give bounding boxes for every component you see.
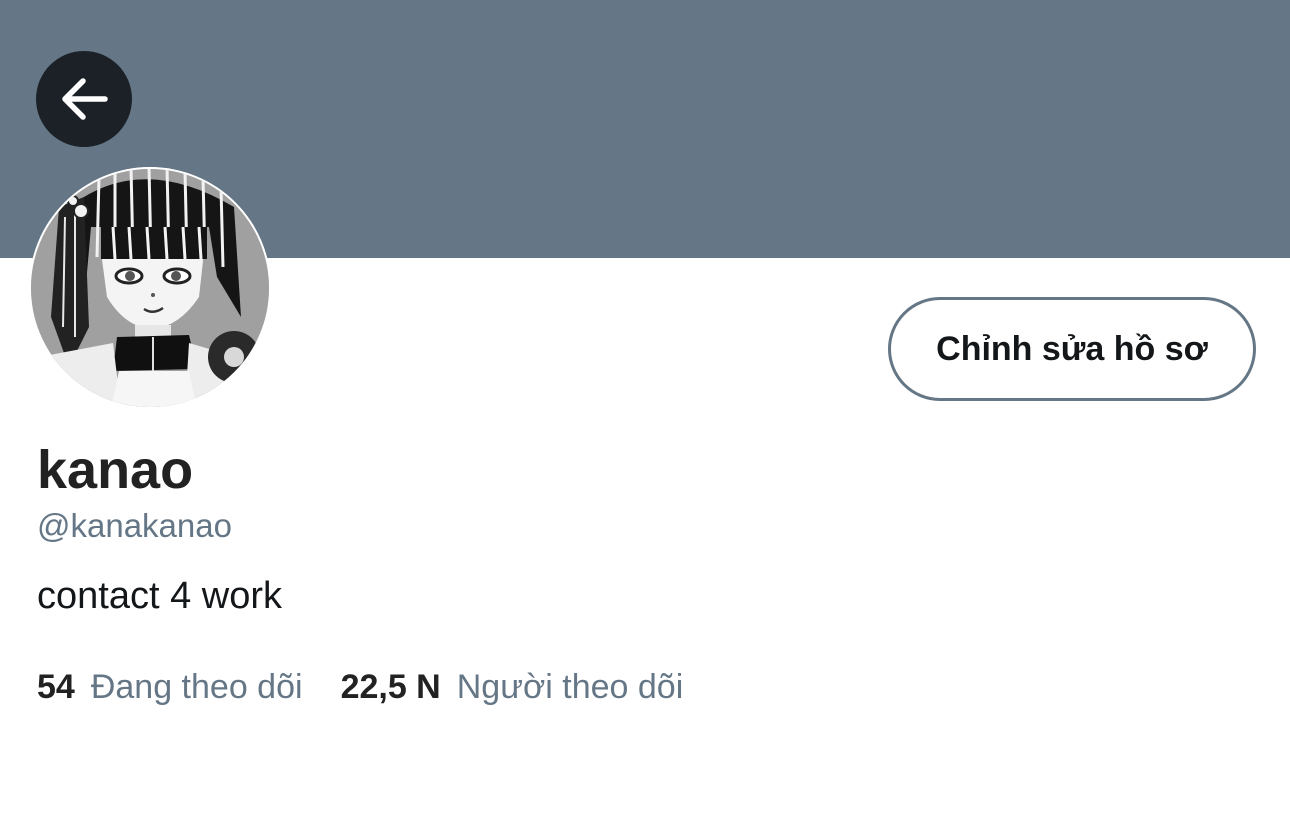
followers-count: 22,5 N <box>340 668 441 706</box>
username-handle: @kanakanao <box>37 507 232 544</box>
profile-bio: contact 4 work <box>37 575 282 617</box>
display-name: kanao <box>37 440 194 500</box>
back-button[interactable] <box>36 51 132 147</box>
avatar[interactable] <box>29 167 271 409</box>
arrow-left-icon <box>62 78 108 120</box>
following-count: 54 <box>37 668 75 706</box>
following-label: Đang theo dõi <box>90 668 303 706</box>
profile-stats: 54 Đang theo dõi 22,5 N Người theo dõi <box>37 665 683 709</box>
edit-profile-label: Chỉnh sửa hồ sơ <box>936 329 1208 368</box>
followers-label: Người theo dõi <box>456 668 684 706</box>
followers-stat[interactable]: 22,5 N Người theo dõi <box>341 665 684 709</box>
avatar-image <box>29 167 271 409</box>
following-stat[interactable]: 54 Đang theo dõi <box>37 665 303 709</box>
edit-profile-button[interactable]: Chỉnh sửa hồ sơ <box>888 297 1256 401</box>
